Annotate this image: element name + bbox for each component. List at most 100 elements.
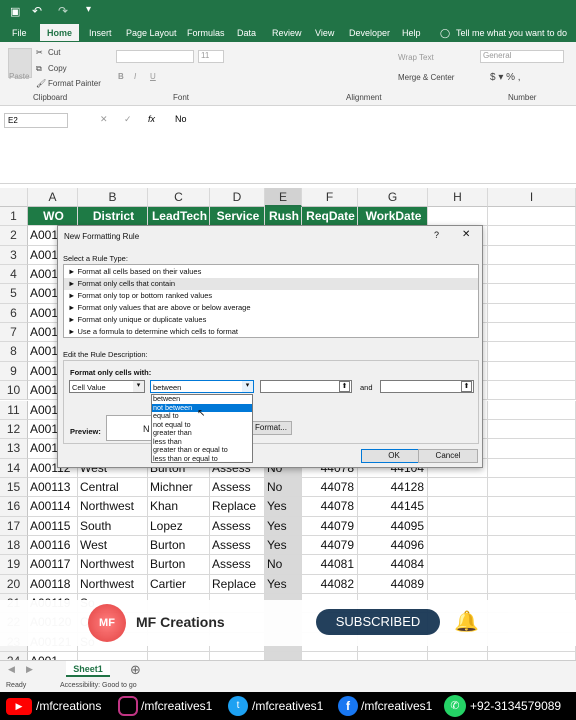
tab-data[interactable]: Data: [237, 28, 256, 38]
data-cell[interactable]: Replace: [210, 497, 265, 517]
data-cell[interactable]: [488, 477, 576, 498]
data-cell[interactable]: Northwest: [78, 574, 148, 594]
tab-view[interactable]: View: [315, 28, 334, 38]
data-cell[interactable]: [488, 516, 576, 536]
font-size-select[interactable]: 11: [198, 50, 224, 63]
header-cell[interactable]: WorkDate: [358, 207, 428, 227]
data-cell[interactable]: 44089: [358, 574, 428, 594]
row-header-19[interactable]: 19: [0, 555, 28, 575]
insert-function-icon[interactable]: fx: [148, 114, 155, 124]
row-header-18[interactable]: 18: [0, 535, 28, 556]
data-cell[interactable]: [488, 245, 576, 266]
data-cell[interactable]: Khan: [148, 497, 210, 517]
data-cell[interactable]: 44082: [302, 574, 358, 594]
data-cell[interactable]: [358, 652, 428, 660]
first-value-input[interactable]: ⬆: [260, 380, 352, 393]
data-cell[interactable]: A00114: [28, 497, 78, 517]
data-cell[interactable]: [428, 555, 488, 575]
data-cell[interactable]: A00117: [28, 555, 78, 575]
column-header-h[interactable]: H: [428, 188, 488, 207]
next-sheet-icon[interactable]: ▶: [26, 664, 33, 675]
subscribed-button[interactable]: SUBSCRIBED: [316, 609, 440, 635]
data-cell[interactable]: 44145: [358, 497, 428, 517]
header-cell[interactable]: Rush: [265, 207, 302, 227]
data-cell[interactable]: [488, 419, 576, 440]
second-value-input[interactable]: ⬆: [380, 380, 474, 393]
data-cell[interactable]: Assess: [210, 516, 265, 536]
data-cell[interactable]: No: [265, 477, 302, 498]
enter-icon[interactable]: ✓: [124, 114, 132, 125]
tab-file[interactable]: File: [12, 28, 27, 38]
row-header-17[interactable]: 17: [0, 516, 28, 536]
rule-type-item[interactable]: ► Format only cells that contain: [64, 278, 478, 290]
header-cell[interactable]: ReqDate: [302, 207, 358, 227]
data-cell[interactable]: Assess: [210, 555, 265, 575]
data-cell[interactable]: Yes: [265, 516, 302, 536]
data-cell[interactable]: A00115: [28, 516, 78, 536]
save-icon[interactable]: ▣: [10, 5, 20, 18]
data-cell[interactable]: 44128: [358, 477, 428, 498]
data-cell[interactable]: Assess: [210, 535, 265, 556]
accessibility-status[interactable]: Accessibility: Good to go: [60, 682, 137, 689]
data-cell[interactable]: Assess: [210, 477, 265, 498]
tab-page-layout[interactable]: Page Layout: [126, 28, 177, 38]
column-header-c[interactable]: C: [148, 188, 210, 207]
column-header-a[interactable]: A: [28, 188, 78, 207]
data-cell[interactable]: 44078: [302, 497, 358, 517]
row-header-10[interactable]: 10: [0, 381, 28, 401]
undo-icon[interactable]: ↶: [32, 4, 42, 18]
data-cell[interactable]: [488, 535, 576, 556]
name-box[interactable]: E2: [4, 113, 68, 128]
header-cell[interactable]: [428, 207, 488, 227]
add-sheet-icon[interactable]: ⊕: [130, 662, 141, 678]
row-header-1[interactable]: 1: [0, 207, 28, 227]
data-cell[interactable]: [428, 516, 488, 536]
header-cell[interactable]: WO: [28, 207, 78, 227]
data-cell[interactable]: Cartier: [148, 574, 210, 594]
formula-input[interactable]: No: [175, 114, 187, 124]
data-cell[interactable]: [428, 652, 488, 660]
data-cell[interactable]: 44079: [302, 516, 358, 536]
data-cell[interactable]: [488, 342, 576, 362]
cancel-button[interactable]: Cancel: [418, 449, 478, 463]
operator-select[interactable]: between ▾: [150, 380, 254, 393]
data-cell[interactable]: Yes: [265, 497, 302, 517]
italic-button[interactable]: I: [134, 72, 136, 81]
row-header-13[interactable]: 13: [0, 439, 28, 459]
column-header-b[interactable]: B: [78, 188, 148, 207]
row-header-14[interactable]: 14: [0, 458, 28, 478]
row-header-8[interactable]: 8: [0, 342, 28, 362]
column-header-e[interactable]: E: [265, 188, 302, 207]
data-cell[interactable]: [488, 323, 576, 343]
data-cell[interactable]: [488, 226, 576, 246]
data-cell[interactable]: 44079: [302, 535, 358, 556]
data-cell[interactable]: West: [78, 535, 148, 556]
data-cell[interactable]: [488, 439, 576, 459]
data-cell[interactable]: [488, 303, 576, 324]
row-header-3[interactable]: 3: [0, 245, 28, 266]
underline-button[interactable]: U: [150, 72, 156, 81]
data-cell[interactable]: Burton: [148, 535, 210, 556]
data-cell[interactable]: Burton: [148, 555, 210, 575]
copy-button[interactable]: Copy: [48, 64, 67, 73]
rule-type-item[interactable]: ► Format only values that are above or b…: [64, 302, 478, 314]
data-cell[interactable]: [488, 381, 576, 401]
cell-value-select[interactable]: Cell Value ▾: [69, 380, 145, 393]
data-cell[interactable]: A00118: [28, 574, 78, 594]
data-cell[interactable]: [428, 574, 488, 594]
data-cell[interactable]: [265, 652, 302, 660]
data-cell[interactable]: [488, 497, 576, 517]
data-cell[interactable]: 44095: [358, 516, 428, 536]
data-cell[interactable]: No: [265, 555, 302, 575]
format-button[interactable]: Format...: [250, 421, 292, 435]
paste-button[interactable]: Paste: [9, 72, 29, 81]
data-cell[interactable]: [488, 652, 576, 660]
data-cell[interactable]: Yes: [265, 535, 302, 556]
customize-icon[interactable]: ▾: [86, 4, 91, 15]
rule-type-item[interactable]: ► Format only unique or duplicate values: [64, 314, 478, 326]
row-header-11[interactable]: 11: [0, 400, 28, 420]
column-header-f[interactable]: F: [302, 188, 358, 207]
row-header-2[interactable]: 2: [0, 226, 28, 246]
row-header-24[interactable]: 24: [0, 652, 28, 660]
data-cell[interactable]: [148, 652, 210, 660]
